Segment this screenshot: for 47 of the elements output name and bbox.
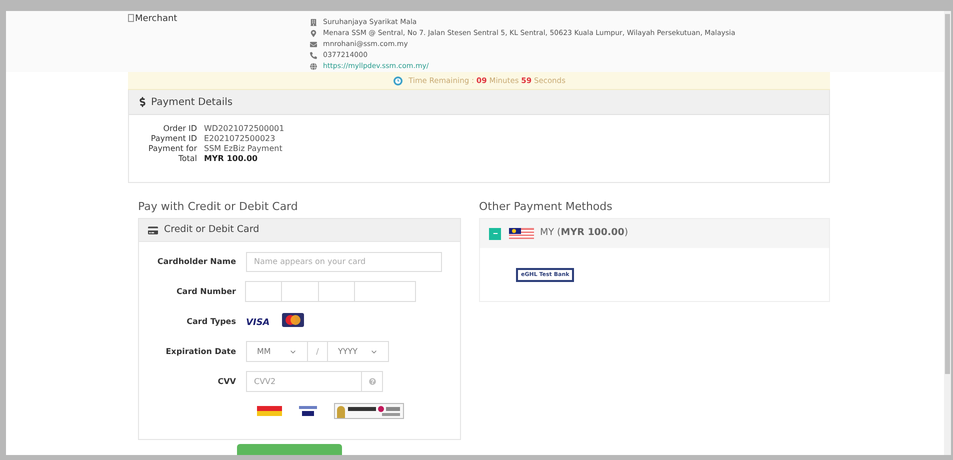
detail-value: E2021072500023 — [204, 134, 276, 144]
panel-title: Payment Details — [151, 96, 233, 110]
card-number-field[interactable] — [318, 281, 355, 302]
panel-title: Credit or Debit Card — [164, 222, 260, 237]
form-label: Expiration Date — [164, 346, 237, 358]
detail-value: WD2021072500001 — [204, 124, 286, 134]
card-number-field[interactable] — [281, 281, 319, 302]
card-number-field[interactable] — [354, 281, 416, 302]
country-amount: MY (MYR 100.00) — [540, 226, 628, 240]
detail-label: Total — [177, 154, 197, 164]
cardholder-name-field[interactable]: Name appears on your card — [246, 252, 442, 272]
minus-icon — [492, 231, 498, 236]
question-icon — [368, 378, 376, 385]
section-title: Pay with Credit or Debit Card — [138, 200, 299, 214]
malaysia-flag-icon — [509, 228, 534, 239]
collapse-toggle[interactable] — [489, 228, 501, 240]
scrollbar[interactable] — [944, 11, 951, 455]
form-label: Cardholder Name — [156, 256, 237, 268]
merchant-logo-alt-text: Merchant — [135, 14, 178, 24]
clock-icon — [392, 76, 403, 86]
form-label: Card Types — [186, 316, 237, 328]
card-number-field[interactable] — [245, 281, 282, 302]
map-pin-icon — [310, 30, 317, 37]
cvv-field[interactable]: CVV2 — [246, 371, 362, 392]
mastercard-logo-icon — [282, 312, 304, 326]
visa-logo: VISA — [246, 316, 270, 330]
broken-image-icon — [128, 14, 134, 22]
detail-value: SSM EzBiz Payment — [204, 144, 284, 154]
globe-icon — [310, 63, 317, 70]
detail-label: Payment ID — [150, 134, 197, 144]
detail-label: Order ID — [162, 124, 197, 134]
section-title: Other Payment Methods — [479, 200, 614, 214]
year-select[interactable]: YYYY — [327, 341, 389, 362]
security-seal-icon — [334, 403, 404, 419]
help-button[interactable] — [362, 371, 383, 392]
building-icon — [310, 19, 317, 26]
form-label: Card Number — [175, 286, 237, 298]
detail-value: MYR 100.00 — [204, 154, 259, 164]
dollar-icon — [139, 97, 146, 107]
envelope-icon — [310, 41, 317, 48]
form-label: CVV — [216, 376, 237, 388]
detail-label: Payment for — [147, 144, 197, 154]
credit-card-icon — [148, 226, 158, 234]
month-select[interactable]: MM — [246, 341, 308, 362]
phone-icon — [310, 52, 317, 59]
date-separator: / — [308, 341, 327, 362]
scrollbar-thumb[interactable] — [945, 14, 950, 374]
